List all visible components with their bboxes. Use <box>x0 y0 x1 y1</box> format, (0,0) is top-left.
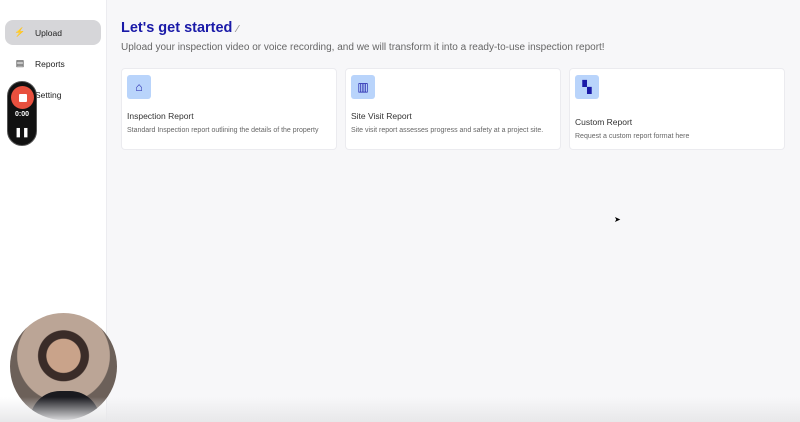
card-custom-report[interactable]: ▚ Custom Report Request a custom report … <box>569 68 785 150</box>
sidebar-item-label: Reports <box>35 59 65 69</box>
mouse-cursor-icon: ➤ <box>614 215 621 224</box>
card-title: Custom Report <box>575 117 779 127</box>
recording-timer: 0:00 <box>8 111 36 118</box>
stop-icon <box>19 94 27 102</box>
grid-icon: ▚ <box>575 75 599 99</box>
card-inspection-report[interactable]: ⌂ Inspection Report Standard Inspection … <box>121 68 337 150</box>
card-description: Site visit report assesses progress and … <box>351 126 555 136</box>
bolt-icon: ⚡ <box>13 27 27 38</box>
page-subtitle: Upload your inspection video or voice re… <box>121 42 605 53</box>
document-icon: ▤ <box>13 58 27 69</box>
card-title: Inspection Report <box>127 111 331 121</box>
sidebar-item-label: Upload <box>35 28 62 38</box>
card-description: Standard Inspection report outlining the… <box>127 126 331 136</box>
screen-recorder: 0:00 ❚❚ <box>7 81 37 146</box>
pause-button[interactable]: ❚❚ <box>8 127 36 138</box>
card-site-visit-report[interactable]: ▥ Site Visit Report Site visit report as… <box>345 68 561 150</box>
page-title: Let's get started ⁄ <box>121 20 605 36</box>
sidebar-item-label: Setting <box>35 90 61 100</box>
sidebar-item-reports[interactable]: ▤ Reports <box>5 51 101 76</box>
bottom-fade <box>0 397 800 422</box>
stop-recording-button[interactable] <box>11 86 34 109</box>
card-description: Request a custom report format here <box>575 132 779 142</box>
card-title: Site Visit Report <box>351 111 555 121</box>
building-icon: ▥ <box>351 75 375 99</box>
magic-wand-icon: ⁄ <box>236 24 238 35</box>
home-icon: ⌂ <box>127 75 151 99</box>
sidebar-item-upload[interactable]: ⚡ Upload <box>5 20 101 45</box>
